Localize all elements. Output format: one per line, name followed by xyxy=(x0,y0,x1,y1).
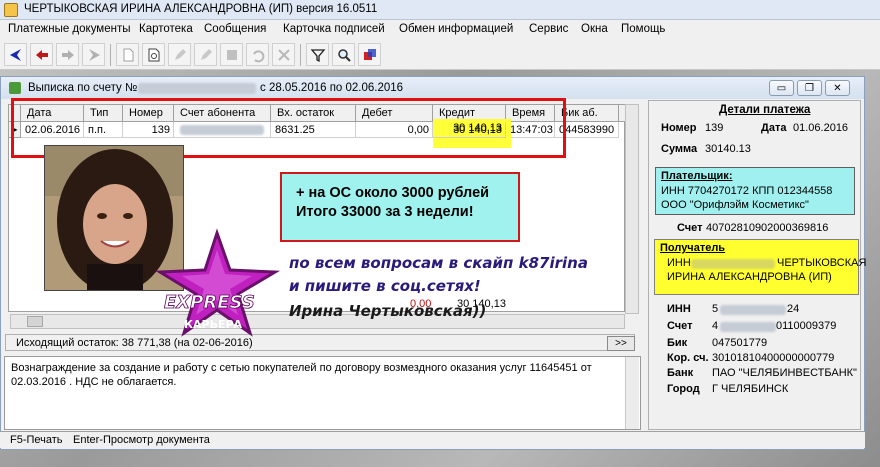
menu-windows[interactable]: Окна xyxy=(581,23,608,35)
kor-label: Кор. сч. xyxy=(667,352,709,364)
statement-title-prefix: Выписка по счету № xyxy=(28,82,138,94)
first-record-icon[interactable] xyxy=(4,43,27,66)
logo-word: EXPRESS xyxy=(164,292,255,313)
promo-skype: по всем вопросам в скайп k87irina xyxy=(289,254,588,272)
statusbar: F5-Печать Enter-Просмотр документа xyxy=(0,431,865,448)
toolbar-separator xyxy=(300,44,301,66)
note-line-2: Итого 33000 за 3 недели! xyxy=(296,204,474,220)
stop-icon[interactable] xyxy=(220,43,243,66)
credit-highlight-value: 30 140,13 xyxy=(453,122,502,134)
inn-suffix: 24 xyxy=(787,303,800,315)
payment-number: 139 xyxy=(705,122,724,134)
sign-icon[interactable] xyxy=(194,43,217,66)
recipient-surname: ЧЕРТЫКОВСКАЯ xyxy=(777,257,867,269)
redacted-inn xyxy=(691,259,775,269)
toolbar-separator xyxy=(110,44,111,66)
recipient-box: Получатель ИНН ЧЕРТЫКОВСКАЯ ИРИНА АЛЕКСА… xyxy=(654,239,866,295)
filter-icon[interactable] xyxy=(306,43,329,66)
status-print-hint: F5-Печать xyxy=(10,434,63,446)
statement-icon xyxy=(9,82,21,94)
menu-signature-card[interactable]: Карточка подписей xyxy=(283,23,385,35)
edit-icon[interactable] xyxy=(168,43,191,66)
payer-box: Плательщик: ИНН 7704270172 КПП 012344558… xyxy=(655,167,855,215)
bank-label: Банк xyxy=(667,367,694,379)
next-record-icon[interactable] xyxy=(56,43,79,66)
minimize-button[interactable]: ▭ xyxy=(769,80,794,96)
exchange-icon[interactable] xyxy=(358,43,381,66)
statement-title-period: с 28.05.2016 по 02.06.2016 xyxy=(260,82,404,94)
balance-bar: Исходящий остаток: 38 771,38 (на 02-06-2… xyxy=(5,334,635,351)
inn-label: ИНН xyxy=(667,303,691,315)
bank-name: ПАО "ЧЕЛЯБИНВЕСТБАНК" xyxy=(712,367,857,379)
menu-info-exchange[interactable]: Обмен информацией xyxy=(399,23,513,35)
redacted-account xyxy=(720,322,776,332)
status-view-hint: Enter-Просмотр документа xyxy=(73,434,210,446)
app-title: ЧЕРТЫКОВСКАЯ ИРИНА АЛЕКСАНДРОВНА (ИП) ве… xyxy=(24,3,378,15)
signature: Ирина Чертыковская)) xyxy=(289,302,487,320)
payer-account-label: Счет xyxy=(677,222,703,234)
menu-help[interactable]: Помощь xyxy=(621,23,665,35)
details-title: Детали платежа xyxy=(719,104,811,116)
payment-date: 01.06.2016 xyxy=(793,122,849,134)
city-name: Г ЧЕЛЯБИНСК xyxy=(712,383,789,395)
close-button[interactable]: ✕ xyxy=(825,80,850,96)
payer-label: Плательщик: xyxy=(661,170,733,182)
delete-icon[interactable] xyxy=(272,43,295,66)
undo-icon[interactable] xyxy=(246,43,269,66)
recipient-label: Получатель xyxy=(660,242,726,254)
redacted-inn xyxy=(720,305,786,315)
recipient-account-label: Счет xyxy=(667,320,693,332)
menu-payment-docs[interactable]: Платежные документы xyxy=(8,23,131,35)
sum-label: Сумма xyxy=(661,143,698,155)
redacted-account xyxy=(138,83,256,94)
account-suffix: 0110009379 xyxy=(776,320,837,332)
payer-name: ООО "Орифлэйм Косметикс" xyxy=(661,199,809,211)
purpose-scrollbar[interactable] xyxy=(625,357,639,429)
note-line-1: + на ОС около 3000 рублей xyxy=(296,185,490,201)
number-label: Номер xyxy=(661,122,697,134)
next-page-button[interactable]: >> xyxy=(607,336,635,351)
outgoing-balance: Исходящий остаток: 38 771,38 (на 02-06-2… xyxy=(16,337,253,349)
preview-icon[interactable] xyxy=(142,43,165,66)
app-icon xyxy=(4,3,18,17)
recipient-name: ИРИНА АЛЕКСАНДРОВНА (ИП) xyxy=(667,271,832,283)
last-record-icon[interactable] xyxy=(82,43,105,66)
menu-cardfile[interactable]: Картотека xyxy=(139,23,193,35)
payer-inn-kpp: ИНН 7704270172 КПП 012344558 xyxy=(661,185,833,197)
new-document-icon[interactable] xyxy=(116,43,139,66)
date-label: Дата xyxy=(761,122,787,134)
city-label: Город xyxy=(667,383,700,395)
payer-account: 40702810902000369816 xyxy=(706,222,829,234)
account-prefix: 4 xyxy=(712,320,719,332)
scroll-thumb[interactable] xyxy=(27,316,43,327)
recipient-bik: 047501779 xyxy=(712,337,768,349)
prev-record-icon[interactable] xyxy=(30,43,53,66)
restore-button[interactable]: ❐ xyxy=(797,80,822,96)
app-titlebar: ЧЕРТЫКОВСКАЯ ИРИНА АЛЕКСАНДРОВНА (ИП) ве… xyxy=(0,0,880,20)
bik-label: Бик xyxy=(667,337,688,349)
statement-window-titlebar: Выписка по счету № с 28.05.2016 по 02.06… xyxy=(1,77,864,99)
toolbar xyxy=(0,40,880,70)
menubar: Платежные документы Картотека Сообщения … xyxy=(0,20,880,40)
payment-purpose-text[interactable]: Вознаграждение за создание и работу с се… xyxy=(4,356,641,430)
inn-prefix: 5 xyxy=(712,303,719,315)
express-logo: EXPRESS КАРЬЕРА xyxy=(155,228,281,337)
menu-messages[interactable]: Сообщения xyxy=(204,23,266,35)
recipient-inn-label: ИНН xyxy=(667,257,691,269)
menu-service[interactable]: Сервис xyxy=(529,23,568,35)
payment-sum: 30140.13 xyxy=(705,143,751,155)
grid-vertical-scrollbar[interactable] xyxy=(625,104,639,314)
search-icon[interactable] xyxy=(332,43,355,66)
income-note: + на ОС около 3000 рублей Итого 33000 за… xyxy=(280,172,520,242)
kor-account: 30101810400000000779 xyxy=(712,352,835,364)
promo-social: и пишите в соц.сетях! xyxy=(289,277,481,295)
payment-details-panel: Детали платежа Номер 139 Дата 01.06.2016… xyxy=(648,100,866,430)
logo-sub: КАРЬЕРА xyxy=(184,318,243,331)
